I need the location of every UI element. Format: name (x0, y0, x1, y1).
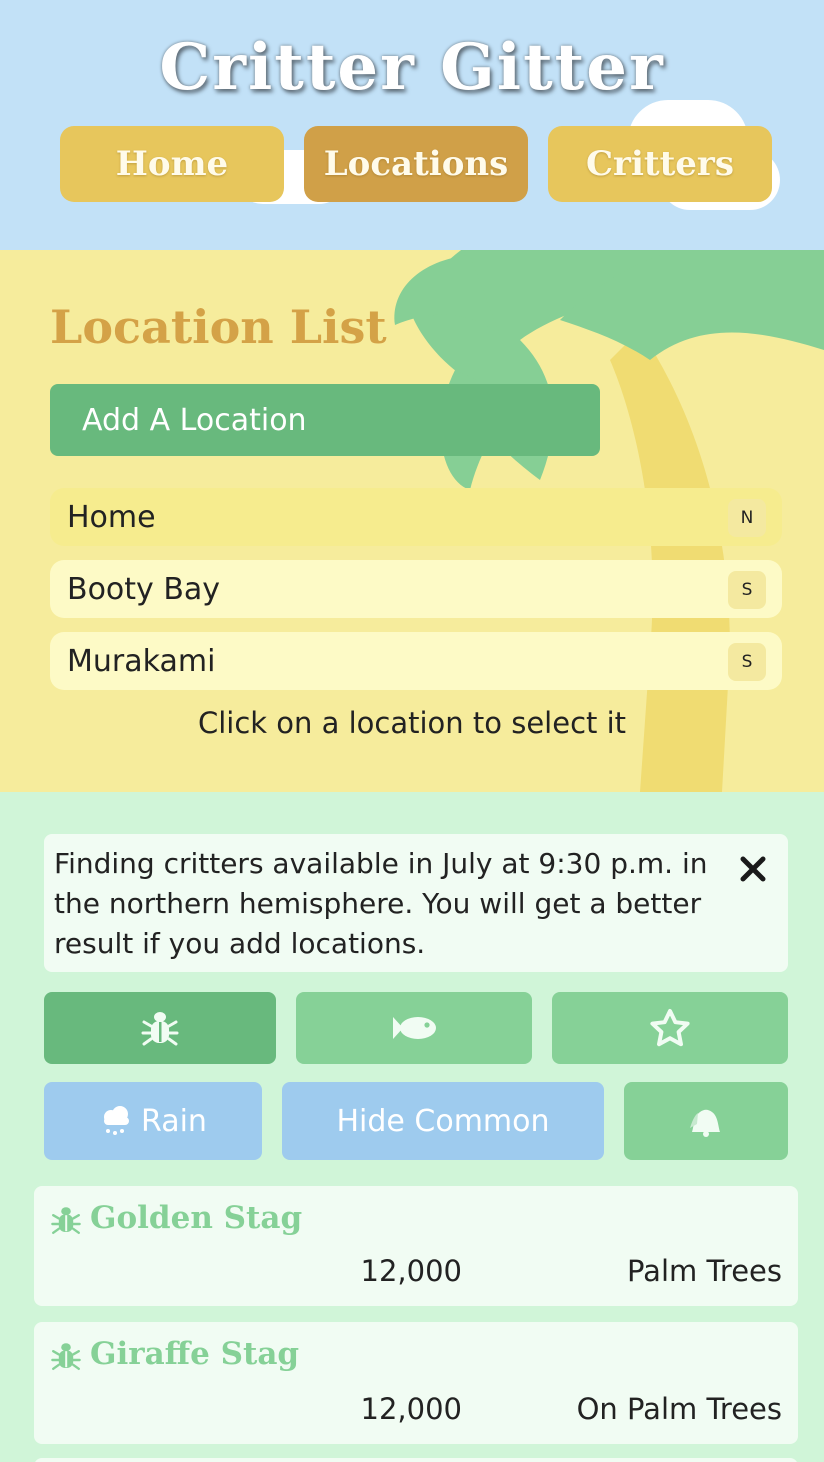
nav-critters-button[interactable]: Critters (548, 126, 772, 202)
rain-filter-button[interactable]: Rain (44, 1082, 262, 1160)
critter-price: 12,000 (360, 1254, 462, 1288)
hide-common-button[interactable]: Hide Common (282, 1082, 604, 1160)
location-name: Booty Bay (67, 571, 221, 607)
location-name: Murakami (67, 643, 216, 679)
bug-filter-button[interactable] (44, 992, 276, 1064)
location-item-murakami[interactable]: Murakami S (50, 632, 782, 690)
rain-label: Rain (141, 1103, 207, 1139)
critter-name: Golden Stag (90, 1200, 303, 1236)
location-name: Home (67, 499, 156, 535)
fish-filter-button[interactable] (296, 992, 532, 1064)
star-filter-button[interactable] (552, 992, 788, 1064)
info-message-box: Finding critters available in July at 9:… (44, 834, 788, 972)
bug-icon (51, 1343, 81, 1370)
hemisphere-badge: S (728, 571, 766, 609)
critter-location: On Palm Trees (576, 1392, 782, 1426)
info-message: Finding critters available in July at 9:… (54, 847, 708, 960)
critter-card-golden-stag[interactable]: Golden Stag 12,000 Palm Trees (34, 1186, 798, 1306)
rain-cloud-icon (104, 1106, 130, 1135)
bell-icon (690, 1109, 720, 1137)
critter-card-partial (34, 1458, 798, 1462)
location-item-booty-bay[interactable]: Booty Bay S (50, 560, 782, 618)
bell-filter-button[interactable] (624, 1082, 788, 1160)
critter-location: Palm Trees (626, 1254, 782, 1288)
fish-icon (393, 1017, 436, 1039)
add-location-button[interactable]: Add A Location (50, 384, 600, 456)
location-item-home[interactable]: Home N (50, 488, 782, 546)
critter-price: 12,000 (360, 1392, 462, 1426)
star-icon (650, 1009, 690, 1047)
nav-locations-button[interactable]: Locations (304, 126, 528, 202)
hemisphere-badge: S (728, 643, 766, 681)
close-icon[interactable] (738, 854, 768, 884)
location-section: Location List Add A Location Home N Boot… (0, 250, 824, 792)
header: Critter Gitter Home Locations Critters (0, 0, 824, 250)
location-list-title: Location List (50, 300, 387, 354)
bug-icon (51, 1207, 81, 1234)
critter-name: Giraffe Stag (90, 1336, 300, 1372)
critter-card-giraffe-stag[interactable]: Giraffe Stag 12,000 On Palm Trees (34, 1322, 798, 1444)
bug-icon (141, 1012, 179, 1046)
app-title: Critter Gitter (159, 30, 665, 105)
location-hint: Click on a location to select it (197, 706, 627, 740)
nav-home-button[interactable]: Home (60, 126, 284, 202)
hemisphere-badge: N (728, 499, 766, 537)
